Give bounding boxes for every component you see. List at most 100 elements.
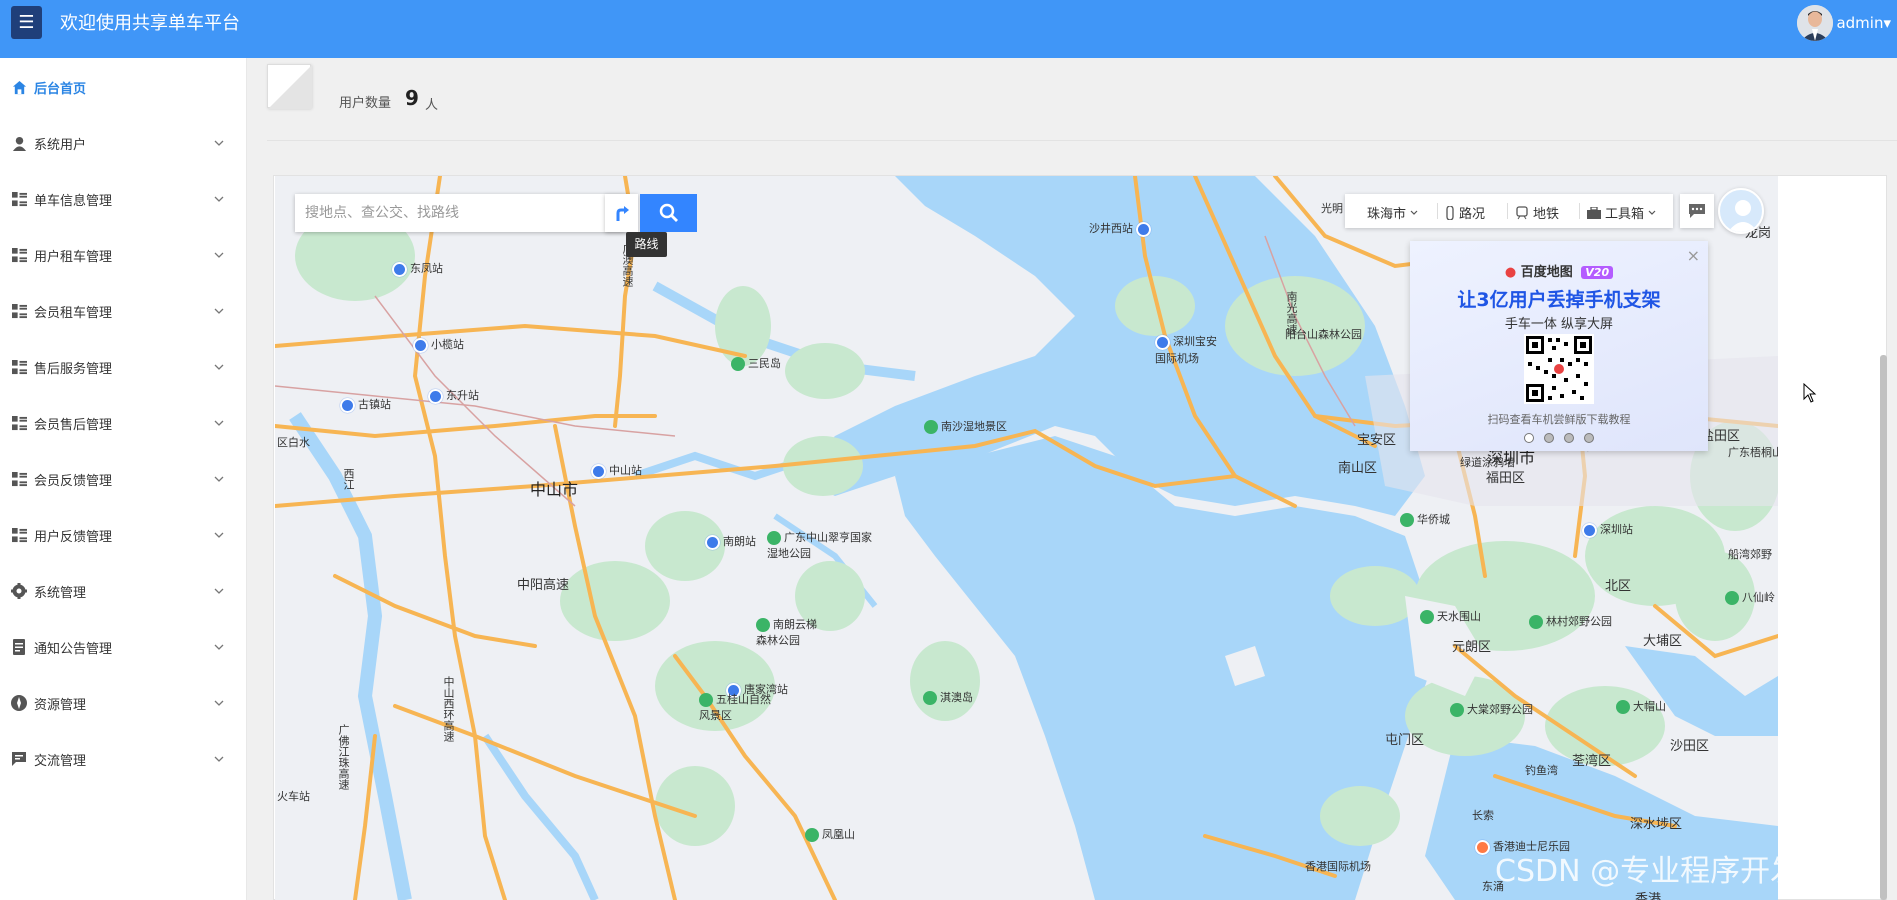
map-poi-station[interactable]: 小榄站 [413,336,464,353]
poi-label: 华侨城 [1417,513,1450,526]
sidebar-item-label: 用户租车管理 [34,249,113,265]
map-poi-park[interactable]: 五桂山自然风景区 [699,691,779,723]
poi-label: 沙井西站 [1089,222,1133,235]
toolbox-dropdown[interactable]: 工具箱 [1587,203,1657,222]
map-poi-park[interactable]: 广东梧桐山 [1728,444,1778,460]
user-menu[interactable]: admin▾ [1836,12,1891,34]
sidebar-item-label: 通知公告管理 [34,641,113,657]
map-poi-station[interactable]: 东升站 [428,387,479,404]
park-icon [756,618,770,632]
poi-label: 香港国际机场 [1305,860,1371,873]
map-poi-park[interactable]: 大帽山 [1616,698,1666,714]
home-icon [11,79,27,95]
sidebar-item-member-feedback[interactable]: 会员反馈管理 [0,459,247,499]
map-poi-park[interactable]: 南朗云梯森林公园 [756,616,826,648]
promo-headline: 让3亿用户丢掉手机支架 [1457,289,1661,311]
top-header: ☰ 欢迎使用共享单车平台 admin▾ [0,0,1897,58]
map-poi-airport[interactable]: 深圳宝安国际机场 [1155,333,1225,366]
sidebar-item-member-after-sales[interactable]: 会员售后管理 [0,403,247,443]
map-poi-park[interactable]: 八仙岭 [1725,589,1775,605]
sidebar-item-system-settings[interactable]: 系统管理 [0,571,247,611]
map-poi-station: 火车站 [277,788,310,804]
map-poi-park[interactable]: 广东中山翠亨国家湿地公园 [767,529,877,561]
chevron-down-icon [214,196,224,202]
promo-version-badge: V20 [1581,266,1614,279]
message-button[interactable] [1680,194,1714,228]
chevron-down-icon [214,140,224,146]
poi-label: 广东中山翠亨国家湿地公园 [767,531,872,560]
map-poi[interactable]: 华侨城 [1400,511,1450,527]
route-tooltip: 路线 [626,232,667,257]
sidebar-item-system-users[interactable]: 系统用户 [0,123,247,163]
map-user-avatar[interactable] [1718,188,1764,234]
map-poi-station[interactable]: 沙井西站 [1089,220,1154,237]
map-poi-station[interactable]: 中山站 [591,462,642,479]
sidebar-item-label: 用户反馈管理 [34,529,113,545]
hamburger-icon: ☰ [18,12,35,33]
map-canvas[interactable]: 中山市 深圳市 宝安区 南山区 福田区 罗湖区 盐田区 龙岗 北区 大埔区 元朗… [275,176,1778,900]
sidebar-item-resources[interactable]: 资源管理 [0,683,247,723]
subway-toggle[interactable]: 地铁 [1515,203,1559,222]
map-poi-park[interactable]: 大棠郊野公园 [1450,701,1533,717]
sidebar-item-after-sales[interactable]: 售后服务管理 [0,347,247,387]
menu-toggle-button[interactable]: ☰ [11,6,42,39]
chevron-down-icon [1410,210,1418,215]
map-poi-park[interactable]: 天水围山 [1420,608,1481,624]
sidebar-item-user-rental[interactable]: 用户租车管理 [0,235,247,275]
map-poi-park[interactable]: 南沙湿地景区 [924,418,1007,434]
user-avatar[interactable] [1797,5,1833,41]
carousel-dot[interactable] [1544,433,1554,443]
poi-label: 船湾郊野 [1728,548,1772,561]
promo-card[interactable]: × ● 百度地图 V20 让3亿用户丢掉手机支架 手车一体 纵享大屏 扫码查看车… [1410,241,1708,451]
scrollbar[interactable] [1880,355,1887,900]
train-station-icon [392,261,407,277]
sidebar-item-bike-info[interactable]: 单车信息管理 [0,179,247,219]
map-poi-airport[interactable]: 香港国际机场 [1305,858,1371,874]
map-poi-station[interactable]: 古镇站 [340,396,391,413]
map-label-district: 宝安区 [1357,433,1397,448]
sidebar-item-label: 后台首页 [34,81,87,97]
sidebar-item-notices[interactable]: 通知公告管理 [0,627,247,667]
map-poi-station[interactable]: 深圳站 [1582,521,1633,538]
map-poi-park[interactable]: 凤凰山 [805,826,855,842]
sidebar-item-member-rental[interactable]: 会员租车管理 [0,291,247,331]
sidebar-item-user-feedback[interactable]: 用户反馈管理 [0,515,247,555]
city-select[interactable]: 珠海市 [1367,203,1419,222]
carousel-dot[interactable] [1524,433,1534,443]
poi-label: 广东梧桐山 [1728,446,1778,459]
stat-unit: 人 [425,98,439,113]
grid-icon [11,303,27,319]
map-label-city: 中山市 [530,480,579,499]
park-icon [1420,610,1434,624]
traffic-toggle[interactable]: 路况 [1445,203,1485,222]
route-button[interactable] [605,194,638,232]
park-icon [923,691,937,705]
poi-label: 淇澳岛 [940,691,973,704]
map-poi-park[interactable]: 船湾郊野 [1728,546,1772,562]
map-poi-park[interactable]: 三民岛 [731,355,781,371]
carousel-dot[interactable] [1564,433,1574,443]
sidebar-item-communication[interactable]: 交流管理 [0,739,247,779]
map-poi-park[interactable]: 淇澳岛 [923,689,973,705]
map-label-district: 深水埗区 [1630,817,1683,832]
map-poi[interactable]: 绿道涂鸦墙 [1460,454,1515,470]
map-search-input[interactable] [295,194,620,232]
map-poi-station[interactable]: 南朗站 [705,533,756,550]
map-label-district: 大埔区 [1643,634,1683,649]
stat-label: 用户数量 [339,96,392,111]
poi-label: 中山站 [609,464,642,477]
poi-label: 东凤站 [410,262,443,275]
chevron-down-icon [214,252,224,258]
map-search-button[interactable] [640,194,697,232]
map-poi-station[interactable]: 东凤站 [392,260,443,277]
message-icon [1689,204,1705,218]
park-icon [767,531,781,545]
map-label-district: 沙田区 [1670,739,1710,754]
chevron-down-icon [214,588,224,594]
train-station-icon [428,388,443,404]
carousel-dot[interactable] [1584,433,1594,443]
map-poi-park[interactable]: 林村郊野公园 [1529,613,1612,629]
sidebar-item-home[interactable]: 后台首页 [0,67,247,107]
map-label-district: 中阳高速 [517,578,570,593]
map-toolbar: 珠海市 路况 地铁 工具箱 [1345,194,1673,228]
